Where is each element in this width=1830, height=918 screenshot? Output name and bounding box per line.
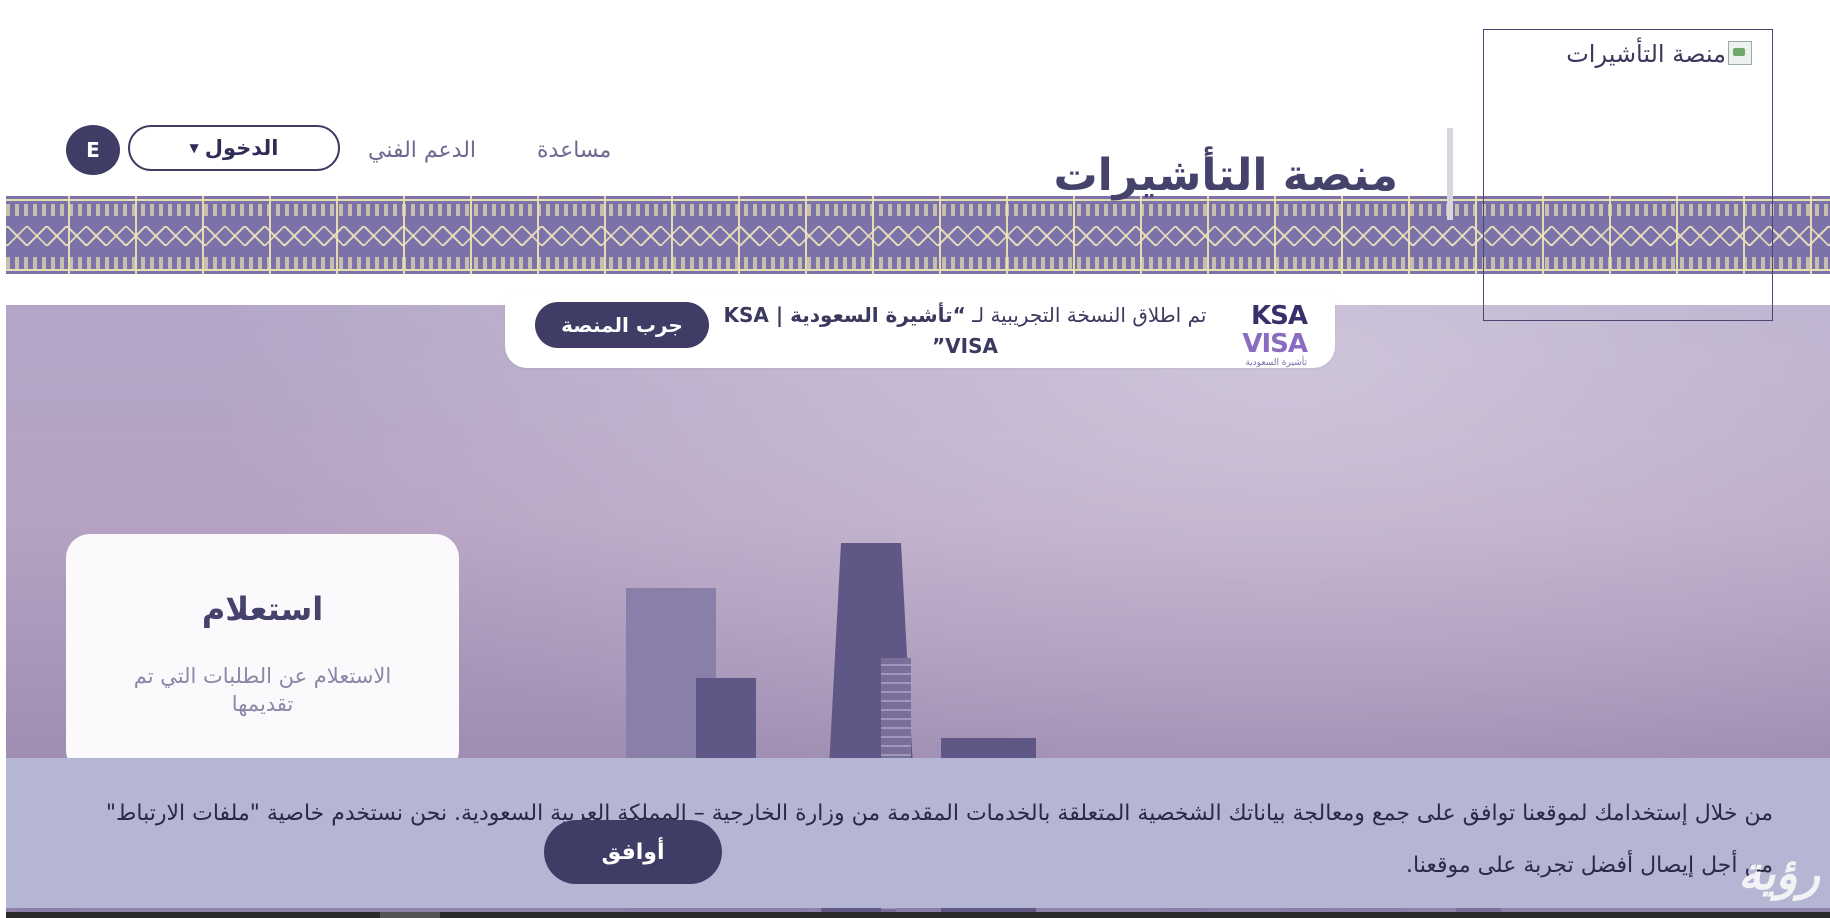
bottom-scrollbar[interactable] — [0, 912, 1830, 918]
ksa-logo-visa: VISA — [1242, 329, 1308, 359]
login-dropdown-button[interactable]: ▼ الدخول — [128, 125, 340, 171]
inquiry-description: الاستعلام عن الطلبات التي تم تقديمها — [133, 664, 392, 716]
announcement-banner: KSA VISA تأشيرة السعودية تم اطلاق النسخة… — [505, 296, 1335, 368]
logo-alt-label: منصة التأشيرات — [1566, 40, 1726, 68]
login-label: الدخول — [204, 136, 279, 160]
try-platform-button[interactable]: جرب المنصة — [535, 302, 709, 348]
nav-help-link[interactable]: مساعدة — [537, 138, 611, 163]
ksa-logo-line3: تأشيرة السعودية — [1245, 358, 1307, 368]
announcement-text: تم اطلاق النسخة التجريبية لـ “تأشيرة الس… — [715, 296, 1215, 362]
caret-down-icon: ▼ — [189, 141, 199, 155]
inquiry-title: استعلام — [201, 590, 324, 628]
window-edge — [0, 0, 6, 918]
broken-image-icon — [1728, 41, 1752, 65]
announcement-prefix: تم اطلاق النسخة التجريبية لـ — [965, 303, 1207, 327]
ksa-visa-logo: KSA VISA تأشيرة السعودية — [1227, 301, 1308, 368]
announcement-highlight: “تأشيرة السعودية | KSA VISA” — [723, 303, 998, 358]
scrollbar-thumb[interactable] — [380, 912, 440, 918]
language-toggle-button[interactable]: E — [66, 125, 120, 175]
ksa-logo-line2: VISA — [1227, 329, 1308, 359]
header-divider — [1447, 128, 1453, 220]
site-logo[interactable]: منصة التأشيرات — [1483, 29, 1773, 321]
agree-button[interactable]: أوافق — [544, 820, 722, 884]
logo-alt-text: منصة التأشيرات — [1566, 40, 1752, 68]
cookie-text: من خلال إستخدامك لموقعنا توافق على جمع و… — [105, 801, 1773, 878]
nav-support-link[interactable]: الدعم الفني — [368, 138, 476, 163]
inquiry-card[interactable]: استعلام الاستعلام عن الطلبات التي تم تقد… — [66, 534, 459, 774]
page-title: منصة التأشيرات — [1053, 150, 1398, 201]
ksa-logo-line1: KSA — [1251, 301, 1308, 331]
cookie-consent-bar: من خلال إستخدامك لموقعنا توافق على جمع و… — [6, 758, 1830, 908]
vision-2030-logo: رؤية — [1738, 846, 1822, 900]
